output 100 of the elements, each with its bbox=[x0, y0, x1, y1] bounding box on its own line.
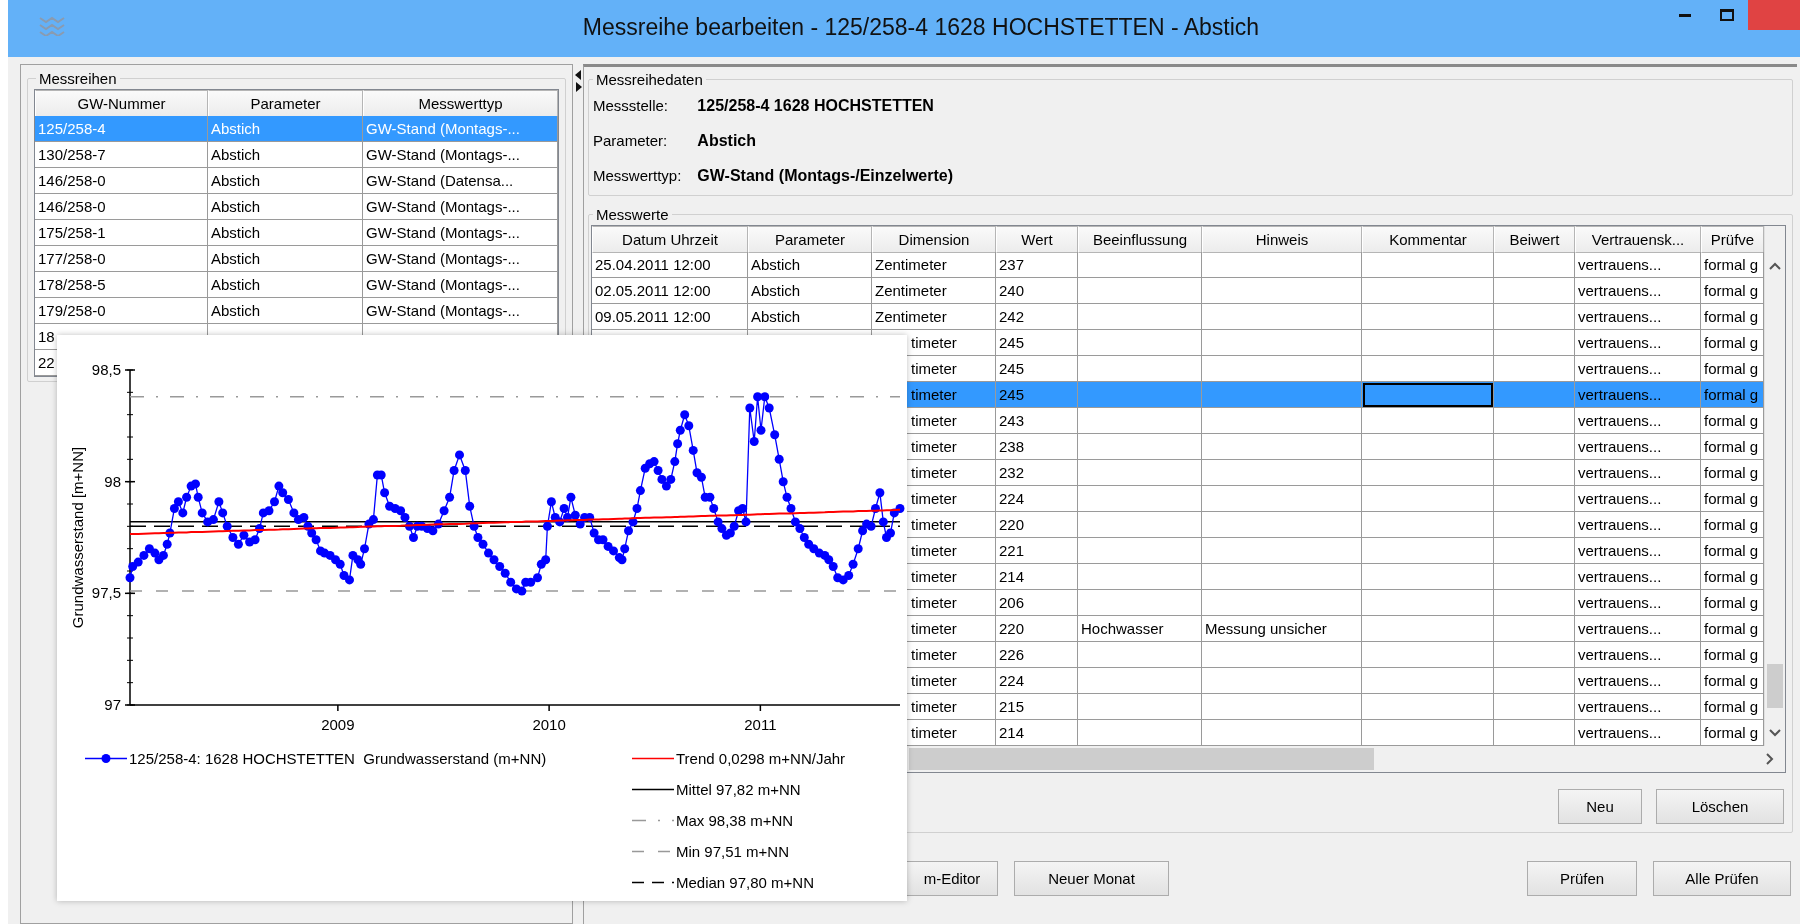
table-cell: GW-Stand (Montags-... bbox=[363, 298, 558, 324]
axis-tick-label: 2009 bbox=[321, 716, 355, 733]
table-cell: Zentimeter bbox=[872, 304, 996, 330]
legend-label: Mittel 97,82 m+NN bbox=[676, 781, 801, 798]
table-cell: Abstich bbox=[208, 298, 363, 324]
group-title: Messwerte bbox=[595, 206, 670, 223]
table-cell: vertrauens... bbox=[1575, 590, 1701, 616]
table-cell: 206 bbox=[996, 590, 1078, 616]
window-title: Messreihe bearbeiten - 125/258-4 1628 HOCHSTETTEN - Abstich bbox=[581, 13, 1261, 41]
field-value: 125/258-4 1628 HOCHSTETTEN bbox=[697, 96, 935, 115]
legend-label: Max 98,38 m+NN bbox=[676, 812, 794, 829]
action-button[interactable]: m-Editor bbox=[906, 861, 998, 896]
table-cell: 240 bbox=[996, 278, 1078, 304]
action-button[interactable]: Neuer Monat bbox=[1014, 861, 1169, 896]
field-value: GW-Stand (Montags-/Einzelwerte) bbox=[697, 166, 955, 185]
table-cell: vertrauens... bbox=[1575, 460, 1701, 486]
table-cell: 220 bbox=[996, 512, 1078, 538]
table-cell: Hochwasser bbox=[1078, 616, 1202, 642]
table-cell: vertrauens... bbox=[1575, 538, 1701, 564]
table-cell: Abstich bbox=[748, 252, 872, 278]
table-cell: GW-Stand (Montags-... bbox=[363, 246, 558, 272]
table-cell: vertrauens... bbox=[1575, 668, 1701, 694]
table-cell: 238 bbox=[996, 434, 1078, 460]
table-cell: Zentimeter bbox=[872, 252, 996, 278]
table-cell: vertrauens... bbox=[1575, 330, 1701, 356]
table-cell: formal g bbox=[1701, 382, 1764, 408]
table-cell: vertrauens... bbox=[1575, 434, 1701, 460]
table-cell: GW-Stand (Datensa... bbox=[363, 168, 558, 194]
table-cell: 146/258-0 bbox=[35, 168, 208, 194]
table-cell: Zentimeter bbox=[872, 278, 996, 304]
field-label: Parameter: bbox=[593, 132, 669, 149]
axis-title: Grundwasserstand [m+NN] bbox=[69, 446, 86, 629]
column-header[interactable]: Dimension bbox=[872, 226, 996, 253]
table-cell: 09.05.2011 12:00 bbox=[592, 304, 748, 330]
field-value: Abstich bbox=[697, 131, 758, 150]
table-cell: 232 bbox=[996, 460, 1078, 486]
table-cell: 179/258-0 bbox=[35, 298, 208, 324]
field-label: Messwerttyp: bbox=[593, 167, 682, 184]
column-header[interactable]: Datum Uhrzeit bbox=[592, 226, 748, 253]
column-header[interactable]: Beeinflussung bbox=[1078, 226, 1202, 253]
table-cell: vertrauens... bbox=[1575, 382, 1701, 408]
table-cell: Abstich bbox=[208, 168, 363, 194]
table-cell: 224 bbox=[996, 486, 1078, 512]
table-cell: 237 bbox=[996, 252, 1078, 278]
table-cell: 245 bbox=[996, 330, 1078, 356]
axis-tick-label: 97,5 bbox=[91, 584, 121, 602]
table-cell: GW-Stand (Montags-... bbox=[363, 194, 558, 220]
table-cell: vertrauens... bbox=[1575, 486, 1701, 512]
column-header[interactable]: Messwerttyp bbox=[363, 90, 558, 117]
table-cell: 220 bbox=[996, 616, 1078, 642]
action-button[interactable]: Löschen bbox=[1656, 789, 1784, 824]
action-button[interactable]: Neu bbox=[1558, 789, 1642, 824]
group-title: Messreihen bbox=[38, 70, 118, 87]
table-cell: vertrauens... bbox=[1575, 616, 1701, 642]
table-cell: 125/258-4 bbox=[35, 116, 208, 142]
table-cell: 146/258-0 bbox=[35, 194, 208, 220]
table-cell: Abstich bbox=[208, 272, 363, 298]
table-cell: GW-Stand (Montags-... bbox=[363, 220, 558, 246]
axis-tick-label: 98 bbox=[104, 472, 121, 490]
table-cell: Abstich bbox=[208, 116, 363, 142]
table-cell: 221 bbox=[996, 538, 1078, 564]
table-cell: vertrauens... bbox=[1575, 304, 1701, 330]
table-cell: 178/258-5 bbox=[35, 272, 208, 298]
table-cell: 175/258-1 bbox=[35, 220, 208, 246]
action-button[interactable]: Alle Prüfen bbox=[1653, 861, 1791, 896]
table-cell: 215 bbox=[996, 694, 1078, 720]
column-header[interactable]: Wert bbox=[996, 226, 1078, 253]
column-header[interactable]: Beiwert bbox=[1494, 226, 1575, 253]
table-cell: 243 bbox=[996, 408, 1078, 434]
action-button[interactable]: Prüfen bbox=[1527, 861, 1637, 896]
column-header[interactable]: Parameter bbox=[748, 226, 872, 253]
table-cell: GW-Stand (Montags-... bbox=[363, 116, 558, 142]
legend-label: Trend 0,0298 m+NN/Jahr bbox=[676, 750, 846, 767]
table-cell: 177/258-0 bbox=[35, 246, 208, 272]
column-header[interactable]: Parameter bbox=[208, 90, 363, 117]
table-cell: 130/258-7 bbox=[35, 142, 208, 168]
column-header[interactable]: Vertrauensk... bbox=[1575, 226, 1701, 253]
table-cell: Messung unsicher bbox=[1202, 616, 1362, 642]
table-cell: GW-Stand (Montags-... bbox=[363, 142, 558, 168]
axis-tick-label: 97 bbox=[104, 696, 121, 713]
table-cell: 02.05.2011 12:00 bbox=[592, 278, 748, 304]
table-cell: Abstich bbox=[748, 304, 872, 330]
table-cell: 214 bbox=[996, 564, 1078, 590]
table-cell: GW-Stand (Montags-... bbox=[363, 272, 558, 298]
legend-label: Min 97,51 m+NN bbox=[676, 843, 789, 860]
table-cell: 245 bbox=[996, 382, 1078, 408]
column-header[interactable]: Hinweis bbox=[1202, 226, 1362, 253]
axis-tick-label: 2011 bbox=[744, 716, 777, 733]
table-cell: Abstich bbox=[208, 194, 363, 220]
table-cell: vertrauens... bbox=[1575, 408, 1701, 434]
table-cell: 25.04.2011 12:00 bbox=[592, 252, 748, 278]
axis-tick-label: 2010 bbox=[532, 716, 566, 733]
table-cell: vertrauens... bbox=[1575, 564, 1701, 590]
column-header[interactable]: Kommentar bbox=[1362, 226, 1494, 253]
table-cell: vertrauens... bbox=[1575, 642, 1701, 668]
table-cell: Abstich bbox=[208, 246, 363, 272]
column-header[interactable]: Prüfve bbox=[1701, 226, 1764, 253]
legend-label: Median 97,80 m+NN bbox=[676, 874, 814, 891]
group-title: Messreihedaten bbox=[595, 71, 704, 88]
column-header[interactable]: GW-Nummer bbox=[35, 90, 208, 117]
